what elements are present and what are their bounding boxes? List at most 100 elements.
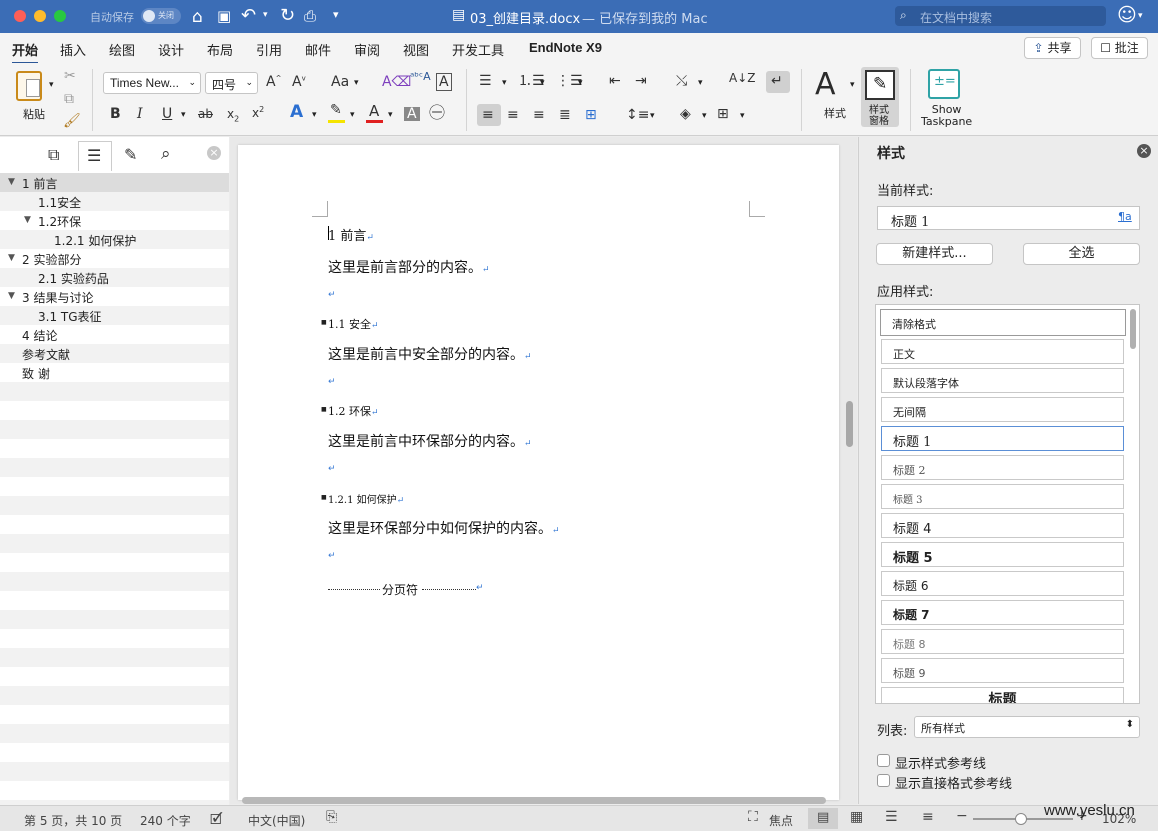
focus-icon[interactable]: ⛶ (748, 809, 758, 825)
chevron-down-icon[interactable]: ▾ (354, 78, 359, 88)
disclosure-triangle-icon[interactable]: ▼ (8, 253, 15, 263)
subscript-icon[interactable]: x2 (227, 108, 239, 123)
tab-outline[interactable]: ☰ (78, 141, 112, 171)
cut-icon[interactable]: ✂ (64, 69, 76, 83)
home-icon[interactable]: ⌂ (192, 7, 203, 27)
list-filter-select[interactable]: 所有样式 ⬍ (914, 716, 1140, 738)
current-style-field[interactable]: 标题 1 ¶a (877, 206, 1140, 230)
nav-item[interactable]: 2.1 实验药品 (38, 270, 109, 287)
proofing-icon[interactable]: 🗹 (210, 809, 223, 831)
style-item-normal[interactable]: 正文 (881, 339, 1124, 364)
word-count[interactable]: 240 个字 (140, 812, 191, 829)
enclose-characters-icon[interactable]: ㊀ (429, 105, 445, 121)
shrink-font-icon[interactable]: Av (292, 75, 306, 89)
smiley-feedback-icon[interactable]: ☺ (1117, 4, 1137, 26)
style-item-heading-8[interactable]: 标题 8 (881, 629, 1124, 654)
disclosure-triangle-icon[interactable]: ▼ (24, 215, 31, 225)
tab-home[interactable]: 开始 (12, 40, 39, 64)
nav-item[interactable]: 1 前言 (22, 175, 57, 192)
character-shading-icon[interactable]: A (404, 107, 420, 121)
style-item-heading-9[interactable]: 标题 9 (881, 658, 1124, 683)
style-item-heading-4[interactable]: 标题 4 (881, 513, 1124, 538)
style-item-title[interactable]: 标题 (881, 687, 1124, 703)
tab-developer[interactable]: 开发工具 (452, 40, 504, 59)
style-item-heading-5[interactable]: 标题 5 (881, 542, 1124, 567)
show-formatting-marks-button[interactable]: ↵ (766, 71, 790, 93)
underline-icon[interactable]: U (162, 107, 172, 121)
tab-endnote[interactable]: EndNote X9 (529, 40, 602, 55)
autosave-toggle[interactable]: 关闭 (141, 8, 181, 24)
chevron-down-icon[interactable]: ▾ (702, 111, 707, 121)
copy-icon[interactable]: ⧉ (64, 92, 74, 106)
zoom-slider-thumb[interactable] (1015, 813, 1027, 825)
superscript-icon[interactable]: x2 (252, 106, 264, 120)
show-direct-guides-checkbox[interactable] (877, 774, 890, 787)
chevron-down-icon[interactable]: ▾ (698, 78, 703, 88)
print-icon[interactable]: ⎙ (304, 7, 316, 25)
chevron-down-icon[interactable]: ▾ (388, 110, 393, 120)
nav-item[interactable]: 1.2.1 如何保护 (54, 232, 136, 249)
save-icon[interactable]: ▣ (217, 7, 231, 25)
align-left-button[interactable]: ≡ (477, 104, 501, 126)
search-input[interactable]: ⌕ 在文档中搜索 (895, 6, 1106, 26)
web-layout-icon[interactable]: ▦ (850, 809, 863, 825)
tab-insert[interactable]: 插入 (60, 40, 86, 59)
chevron-down-icon[interactable]: ▾ (650, 111, 655, 121)
tab-draw[interactable]: 绘图 (109, 40, 135, 59)
tab-layout[interactable]: 布局 (207, 40, 233, 59)
nav-item[interactable]: 1.1安全 (38, 194, 81, 211)
font-size-select[interactable]: 四号 ⌄ (205, 72, 258, 94)
style-item-heading-6[interactable]: 标题 6 (881, 571, 1124, 596)
thumbnails-icon[interactable]: ⧉ (48, 147, 59, 163)
format-painter-icon[interactable]: 🖌 (63, 114, 81, 128)
body-paragraph[interactable]: 这里是前言部分的内容。↵ (328, 257, 490, 277)
style-inspector-icon[interactable]: ¶a (1118, 210, 1132, 223)
body-paragraph[interactable]: 这里是环保部分中如何保护的内容。↵ (328, 518, 560, 538)
draft-view-icon[interactable]: ≡ (922, 809, 934, 825)
heading-3[interactable]: 1.2.1 如何保护↵ (328, 491, 404, 506)
redo-icon[interactable]: ↻ (280, 5, 295, 26)
close-icon[interactable]: × (1137, 144, 1151, 158)
paste-icon[interactable] (16, 71, 42, 101)
search-icon[interactable]: ⌕ (161, 146, 171, 163)
track-changes-icon[interactable]: ⎘ (326, 809, 337, 825)
focus-label[interactable]: 焦点 (769, 812, 793, 829)
undo-icon[interactable]: ↶ (241, 5, 256, 26)
tab-references[interactable]: 引用 (256, 40, 282, 59)
document-page[interactable]: 1 前言↵ 这里是前言部分的内容。↵ ↵ ■ 1.1 安全↵ 这里是前言中安全部… (238, 145, 839, 800)
heading-1[interactable]: 1 前言↵ (328, 225, 374, 244)
zoom-out-icon[interactable]: − (956, 808, 968, 824)
show-taskpane-icon[interactable]: ±= (928, 69, 960, 99)
style-item-no-spacing[interactable]: 无间隔 (881, 397, 1124, 422)
clear-formatting-icon[interactable]: A⌫ (382, 75, 411, 89)
chevron-down-icon[interactable]: ▾ (49, 80, 54, 90)
increase-indent-icon[interactable]: ⇥ (635, 74, 647, 88)
tab-view[interactable]: 视图 (403, 40, 429, 59)
styles-list-scrollbar[interactable] (1130, 309, 1136, 349)
print-layout-view-button[interactable]: ▤ (808, 808, 838, 829)
styles-pane-button[interactable]: ✎ 样式 窗格 (861, 67, 899, 127)
chevron-down-icon[interactable]: ▾ (850, 80, 855, 90)
show-style-guides-checkbox[interactable] (877, 754, 890, 767)
chevron-down-icon[interactable]: ▾ (740, 111, 745, 121)
style-item-clear-formatting[interactable]: 清除格式 (880, 309, 1126, 336)
customize-toolbar-icon[interactable]: ▾ (333, 8, 339, 21)
select-all-button[interactable]: 全选 (1023, 243, 1140, 265)
style-item-heading-2[interactable]: 标题 2 (881, 455, 1124, 480)
nav-item[interactable]: 3 结果与讨论 (22, 289, 93, 306)
bold-icon[interactable]: B (110, 107, 121, 121)
close-icon[interactable]: × (207, 146, 221, 160)
page-count[interactable]: 第 5 页，共 10 页 (24, 812, 122, 829)
chevron-down-icon[interactable]: ▾ (263, 10, 268, 20)
grow-font-icon[interactable]: A^ (266, 75, 281, 89)
new-style-button[interactable]: 新建样式... (876, 243, 993, 265)
minimize-window-button[interactable] (34, 10, 46, 22)
decrease-indent-icon[interactable]: ⇤ (609, 74, 621, 88)
disclosure-triangle-icon[interactable]: ▼ (8, 291, 15, 301)
style-item-heading-1[interactable]: 标题 1 (881, 426, 1124, 451)
body-paragraph[interactable]: 这里是前言中环保部分的内容。↵ (328, 431, 532, 451)
nav-item[interactable]: 参考文献 (22, 346, 70, 363)
justify-icon[interactable]: ≣ (559, 108, 571, 122)
nav-item[interactable]: 1.2环保 (38, 213, 81, 230)
zoom-window-button[interactable] (54, 10, 66, 22)
